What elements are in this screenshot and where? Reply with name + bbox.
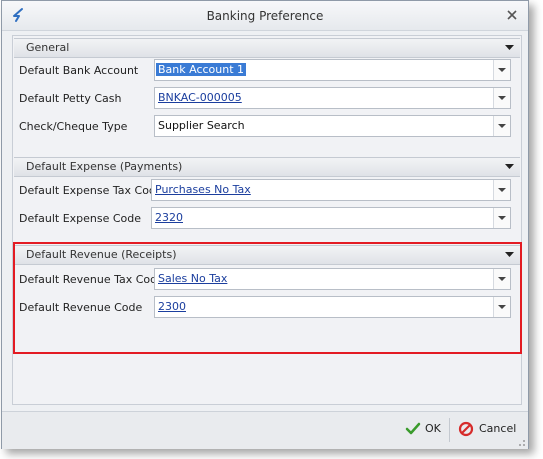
dropdown-button[interactable] [493,208,510,228]
dropdown-button[interactable] [493,88,510,108]
close-icon[interactable] [504,7,520,23]
collapse-icon[interactable] [505,162,514,171]
default-bank-account-combo[interactable]: Bank Account 1 [154,59,511,81]
preferences-panel: General Default Bank Account Bank Accoun… [12,35,522,405]
chevron-down-icon [498,124,506,128]
check-cheque-type-value: Supplier Search [158,119,245,132]
default-expense-code-label: Default Expense Code [19,212,142,225]
default-revenue-code-value[interactable]: 2300 [158,300,186,313]
dialog-footer: OK Cancel [2,411,528,449]
default-petty-cash-value[interactable]: BNKAC-000005 [158,91,242,104]
ok-button[interactable]: OK [405,417,445,441]
resize-grip-icon[interactable] [516,437,526,447]
default-petty-cash-label: Default Petty Cash [19,92,122,105]
default-expense-code-value[interactable]: 2320 [155,211,183,224]
collapse-icon[interactable] [505,43,514,52]
section-header-revenue[interactable]: Default Revenue (Receipts) [14,245,520,265]
chevron-down-icon [498,277,506,281]
default-revenue-tax-code-label: Default Revenue Tax Code [19,273,164,286]
default-revenue-code-combo[interactable]: 2300 [154,296,511,318]
collapse-icon[interactable] [505,250,514,259]
title-bar[interactable]: Banking Preference [2,1,528,31]
cancel-button-label: Cancel [479,422,517,435]
default-revenue-code-label: Default Revenue Code [19,301,143,314]
default-expense-tax-code-label: Default Expense Tax Code [19,184,163,197]
section-title-general: General [26,41,70,54]
section-header-expense[interactable]: Default Expense (Payments) [14,157,520,177]
cancel-button[interactable]: Cancel [458,417,520,441]
default-petty-cash-combo[interactable]: BNKAC-000005 [154,87,511,109]
footer-divider [449,418,450,442]
dropdown-button[interactable] [493,60,510,80]
default-revenue-tax-code-combo[interactable]: Sales No Tax [154,268,511,290]
default-revenue-tax-code-value[interactable]: Sales No Tax [158,272,227,285]
default-expense-tax-code-combo[interactable]: Purchases No Tax [151,179,511,201]
window-title: Banking Preference [206,9,324,23]
chevron-down-icon [498,68,506,72]
dropdown-button[interactable] [493,297,510,317]
chevron-down-icon [498,305,506,309]
dropdown-button[interactable] [493,269,510,289]
chevron-down-icon [498,96,506,100]
default-bank-account-label: Default Bank Account [19,64,139,77]
dropdown-button[interactable] [493,180,510,200]
default-bank-account-value: Bank Account 1 [156,63,247,76]
default-expense-tax-code-value[interactable]: Purchases No Tax [155,183,251,196]
check-cheque-type-label: Check/Cheque Type [19,120,128,133]
cancel-icon [458,421,474,437]
check-cheque-type-combo[interactable]: Supplier Search [154,115,511,137]
banking-preference-dialog: Banking Preference General Default Bank … [1,0,529,449]
ok-button-label: OK [425,422,441,435]
checkmark-icon [405,422,421,435]
section-title-expense: Default Expense (Payments) [26,160,183,173]
chevron-down-icon [498,188,506,192]
section-title-revenue: Default Revenue (Receipts) [26,248,177,261]
default-expense-code-combo[interactable]: 2320 [151,207,511,229]
section-header-general[interactable]: General [14,38,520,58]
dropdown-button[interactable] [493,116,510,136]
chevron-down-icon [498,216,506,220]
